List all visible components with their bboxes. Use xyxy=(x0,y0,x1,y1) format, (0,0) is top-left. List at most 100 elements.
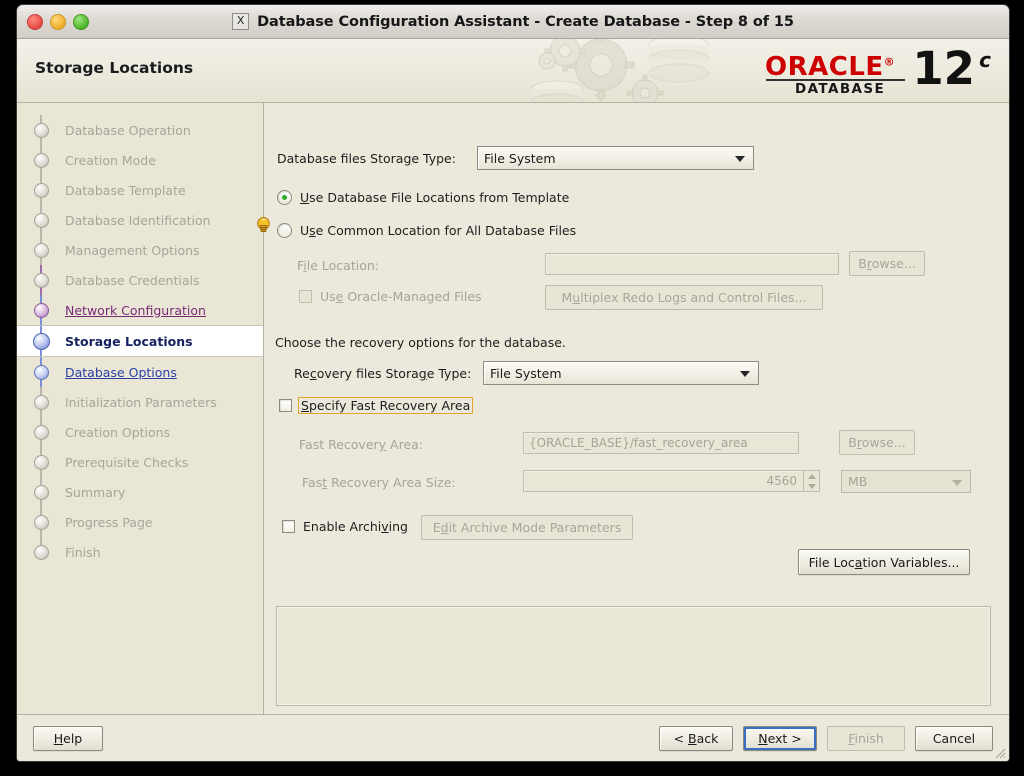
main-content: Database files Storage Type: File System… xyxy=(257,103,1009,714)
fra-size-value: 4560 xyxy=(766,474,797,488)
sidebar-item-creation-options[interactable]: Creation Options xyxy=(17,417,263,447)
specify-fast-recovery-area-checkbox[interactable] xyxy=(279,399,292,412)
message-panel xyxy=(276,606,991,706)
sidebar-item-label: Finish xyxy=(65,544,101,560)
fra-size-spin-buttons[interactable] xyxy=(804,470,820,492)
wizard-button-bar: Help < Back Next > Finish Cancel xyxy=(17,714,1009,761)
sidebar-item-label: Management Options xyxy=(65,242,200,258)
sidebar-item-label: Prerequisite Checks xyxy=(65,454,189,470)
finish-label: Finish xyxy=(848,730,884,746)
gears-database-artwork xyxy=(530,39,710,102)
fra-path-input[interactable]: {ORACLE_BASE}/fast_recovery_area xyxy=(523,432,799,454)
sidebar-item-storage-locations[interactable]: Storage Locations xyxy=(17,325,263,357)
sidebar-item-label: Summary xyxy=(65,484,126,500)
oracle-logo: ORACLE® DATABASE 12 c xyxy=(765,44,991,98)
spin-up-icon[interactable] xyxy=(807,473,816,479)
sidebar-item-database-options[interactable]: Database Options xyxy=(17,357,263,387)
fra-size-input[interactable]: 4560 xyxy=(523,470,804,492)
window-titlebar[interactable]: X Database Configuration Assistant - Cre… xyxy=(17,5,1009,39)
spin-down-icon[interactable] xyxy=(807,483,816,489)
banner: Storage Locations ORACLE® DATABASE 12 c xyxy=(17,39,1009,103)
file-location-label: File Location: xyxy=(297,258,379,273)
fra-size-unit-value: MB xyxy=(848,474,868,489)
step-bullet-icon xyxy=(33,394,49,410)
file-location-input[interactable] xyxy=(545,253,839,275)
specify-fra-label: Specify Fast Recovery Area xyxy=(298,397,474,414)
step-bullet-icon xyxy=(33,544,49,560)
x-app-icon: X xyxy=(232,13,250,30)
back-label: < Back xyxy=(673,730,719,746)
version-suffix: c xyxy=(979,48,991,72)
sidebar-item-initialization-parameters[interactable]: Initialization Parameters xyxy=(17,387,263,417)
sidebar-item-prerequisite-checks[interactable]: Prerequisite Checks xyxy=(17,447,263,477)
sidebar-item-creation-mode[interactable]: Creation Mode xyxy=(17,145,263,175)
radio-use-template[interactable] xyxy=(277,190,292,205)
specify-fra-row[interactable]: Specify Fast Recovery Area xyxy=(279,397,474,414)
sidebar-item-database-credentials[interactable]: Database Credentials xyxy=(17,265,263,295)
chevron-down-icon xyxy=(952,479,962,486)
fra-size-stepper[interactable]: 4560 xyxy=(523,470,820,492)
help-button[interactable]: Help xyxy=(33,725,103,751)
sidebar-item-database-identification[interactable]: Database Identification xyxy=(17,205,263,235)
step-bullet-icon xyxy=(33,212,49,228)
edit-archive-mode-parameters-button[interactable]: Edit Archive Mode Parameters xyxy=(421,515,633,540)
dbca-window: X Database Configuration Assistant - Cre… xyxy=(16,4,1010,762)
zoom-icon[interactable] xyxy=(73,13,89,30)
db-storage-type-label: Database files Storage Type: xyxy=(277,151,456,166)
step-bullet-icon xyxy=(33,182,49,198)
sidebar-item-database-operation[interactable]: Database Operation xyxy=(17,115,263,145)
file-location-variables-button[interactable]: File Location Variables... xyxy=(798,549,970,575)
close-icon[interactable] xyxy=(27,13,43,30)
fra-browse-label: Browse... xyxy=(848,435,906,450)
sidebar-item-database-template[interactable]: Database Template xyxy=(17,175,263,205)
fra-browse-button[interactable]: Browse... xyxy=(839,430,915,455)
window-body: Database Operation Creation Mode Databas… xyxy=(17,103,1009,714)
enable-archiving-row[interactable]: Enable Archiving xyxy=(282,519,408,534)
sidebar-item-progress-page[interactable]: Progress Page xyxy=(17,507,263,537)
fra-size-row: Fast Recovery Area Size: xyxy=(302,475,456,490)
fra-path-label: Fast Recovery Area: xyxy=(299,437,424,452)
sidebar-item-summary[interactable]: Summary xyxy=(17,477,263,507)
sidebar-item-label: Database Identification xyxy=(65,212,211,228)
fra-path-row: Fast Recovery Area: xyxy=(299,437,423,452)
db-storage-type-select[interactable]: File System xyxy=(477,146,754,170)
fra-size-unit-select[interactable]: MB xyxy=(841,470,971,493)
oracle-wordmark: ORACLE® xyxy=(765,52,896,82)
file-location-variables-label: File Location Variables... xyxy=(808,554,960,570)
cancel-label: Cancel xyxy=(932,730,976,746)
use-oracle-managed-files-checkbox[interactable] xyxy=(299,290,312,303)
sidebar-item-label: Creation Options xyxy=(65,424,171,440)
next-button[interactable]: Next > xyxy=(743,725,817,751)
radio-template-row[interactable]: Use Database File Locations from Templat… xyxy=(277,190,569,205)
sidebar-item-finish[interactable]: Finish xyxy=(17,537,263,567)
cancel-button[interactable]: Cancel xyxy=(915,725,993,751)
radio-common-row[interactable]: Use Common Location for All Database Fil… xyxy=(277,223,576,238)
radio-use-common-location[interactable] xyxy=(277,223,292,238)
fra-path-value: {ORACLE_BASE}/fast_recovery_area xyxy=(529,436,748,450)
multiplex-label: Multiplex Redo Logs and Control Files... xyxy=(561,290,807,305)
sidebar-item-management-options[interactable]: Management Options xyxy=(17,235,263,265)
minimize-icon[interactable] xyxy=(50,13,66,30)
window-title-group: X Database Configuration Assistant - Cre… xyxy=(17,5,1009,38)
chevron-down-icon xyxy=(735,156,745,162)
omf-row: Use Oracle-Managed Files xyxy=(299,289,482,304)
resize-grip-icon[interactable] xyxy=(992,745,1006,759)
step-bullet-icon xyxy=(33,272,49,288)
file-location-browse-button[interactable]: Browse... xyxy=(849,251,925,276)
sidebar-item-network-configuration[interactable]: Network Configuration xyxy=(17,295,263,325)
file-location-row: File Location: xyxy=(297,258,379,273)
enable-archiving-checkbox[interactable] xyxy=(282,520,295,533)
radio-common-label: Use Common Location for All Database Fil… xyxy=(300,223,577,238)
step-bullet-icon xyxy=(33,424,49,440)
recovery-storage-type-select[interactable]: File System xyxy=(483,361,759,385)
sidebar-item-label: Network Configuration xyxy=(65,302,206,318)
sidebar-item-label: Database Credentials xyxy=(65,272,200,288)
back-button[interactable]: < Back xyxy=(659,725,733,751)
file-location-browse-label: Browse... xyxy=(858,256,916,271)
nav-buttons: < Back Next > Finish Cancel xyxy=(659,725,993,751)
recovery-storage-type-value: File System xyxy=(490,365,562,381)
wizard-steps-sidebar: Database Operation Creation Mode Databas… xyxy=(17,103,264,714)
step-bullet-icon xyxy=(33,242,49,258)
enable-archiving-label: Enable Archiving xyxy=(303,519,408,534)
multiplex-redo-logs-button[interactable]: Multiplex Redo Logs and Control Files... xyxy=(545,285,823,310)
